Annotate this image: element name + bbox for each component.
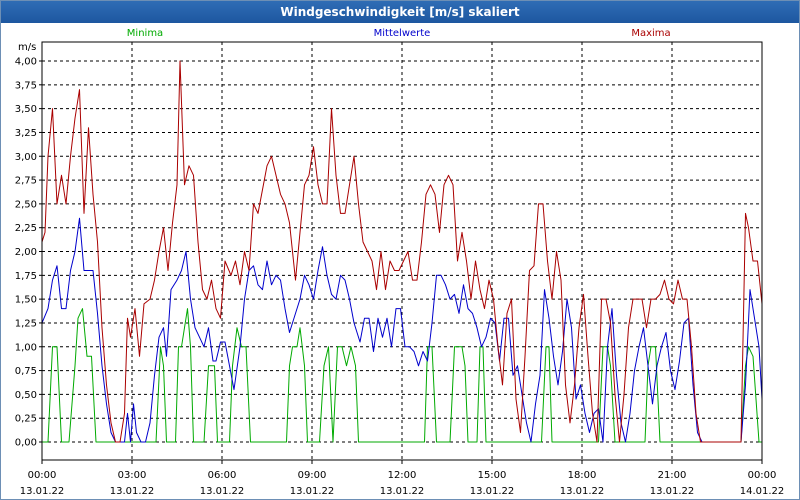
y-tick-label: 1,75 [15, 271, 37, 282]
x-tick-time: 00:00 [748, 470, 777, 481]
legend-mittelwerte: Mittelwerte [374, 28, 431, 39]
x-tick-date: 14.01.22 [740, 486, 785, 497]
y-tick-label: 1,50 [15, 295, 37, 306]
legend-minima: Minima [127, 28, 163, 39]
x-tick-date: 13.01.22 [560, 486, 605, 497]
x-tick-date: 13.01.22 [380, 486, 425, 497]
y-tick-label: 4,00 [15, 57, 37, 68]
x-tick-time: 18:00 [568, 470, 597, 481]
y-tick-label: 0,75 [15, 366, 37, 377]
legend: Minima Mittelwerte Maxima [127, 28, 671, 39]
y-tick-label: 2,50 [15, 199, 37, 210]
x-tick-time: 00:00 [28, 470, 57, 481]
y-tick-label: 1,25 [15, 318, 37, 329]
y-tick-label: 3,00 [15, 152, 37, 163]
x-tick-date: 13.01.22 [290, 486, 335, 497]
y-tick-label: 0,50 [15, 390, 37, 401]
x-tick-date: 13.01.22 [20, 486, 65, 497]
y-tick-label: 3,50 [15, 104, 37, 115]
y-tick-label: 3,25 [15, 128, 37, 139]
y-tick-label: 3,75 [15, 80, 37, 91]
x-axis-ticks: 00:00 13.01.22 03:00 13.01.22 06:00 13.01.22 0… [20, 460, 785, 497]
y-tick-label: 0,00 [15, 438, 37, 449]
y-tick-label: 0,25 [15, 414, 37, 425]
chart-area: 0,00 0,25 0,50 0,75 1,00 1,25 1,50 1,75 2,00 2,25… [15, 28, 785, 497]
x-tick-date: 13.01.22 [650, 486, 695, 497]
y-tick-label: 2,25 [15, 223, 37, 234]
y-tick-label: 1,00 [15, 342, 37, 353]
x-tick-time: 15:00 [478, 470, 507, 481]
x-tick-time: 21:00 [658, 470, 687, 481]
x-tick-date: 13.01.22 [200, 486, 245, 497]
x-tick-date: 13.01.22 [110, 486, 155, 497]
x-tick-time: 12:00 [388, 470, 417, 481]
x-tick-time: 09:00 [298, 470, 327, 481]
x-tick-date: 13.01.22 [470, 486, 515, 497]
legend-maxima: Maxima [631, 28, 670, 39]
x-tick-time: 06:00 [208, 470, 237, 481]
y-axis-ticks: 0,00 0,25 0,50 0,75 1,00 1,25 1,50 1,75 2,00 2,25… [15, 57, 42, 449]
grid-lines [42, 42, 762, 460]
y-axis-label: m/s [18, 42, 36, 53]
x-tick-time: 03:00 [118, 470, 147, 481]
y-tick-label: 2,75 [15, 176, 37, 187]
y-tick-label: 2,00 [15, 247, 37, 258]
